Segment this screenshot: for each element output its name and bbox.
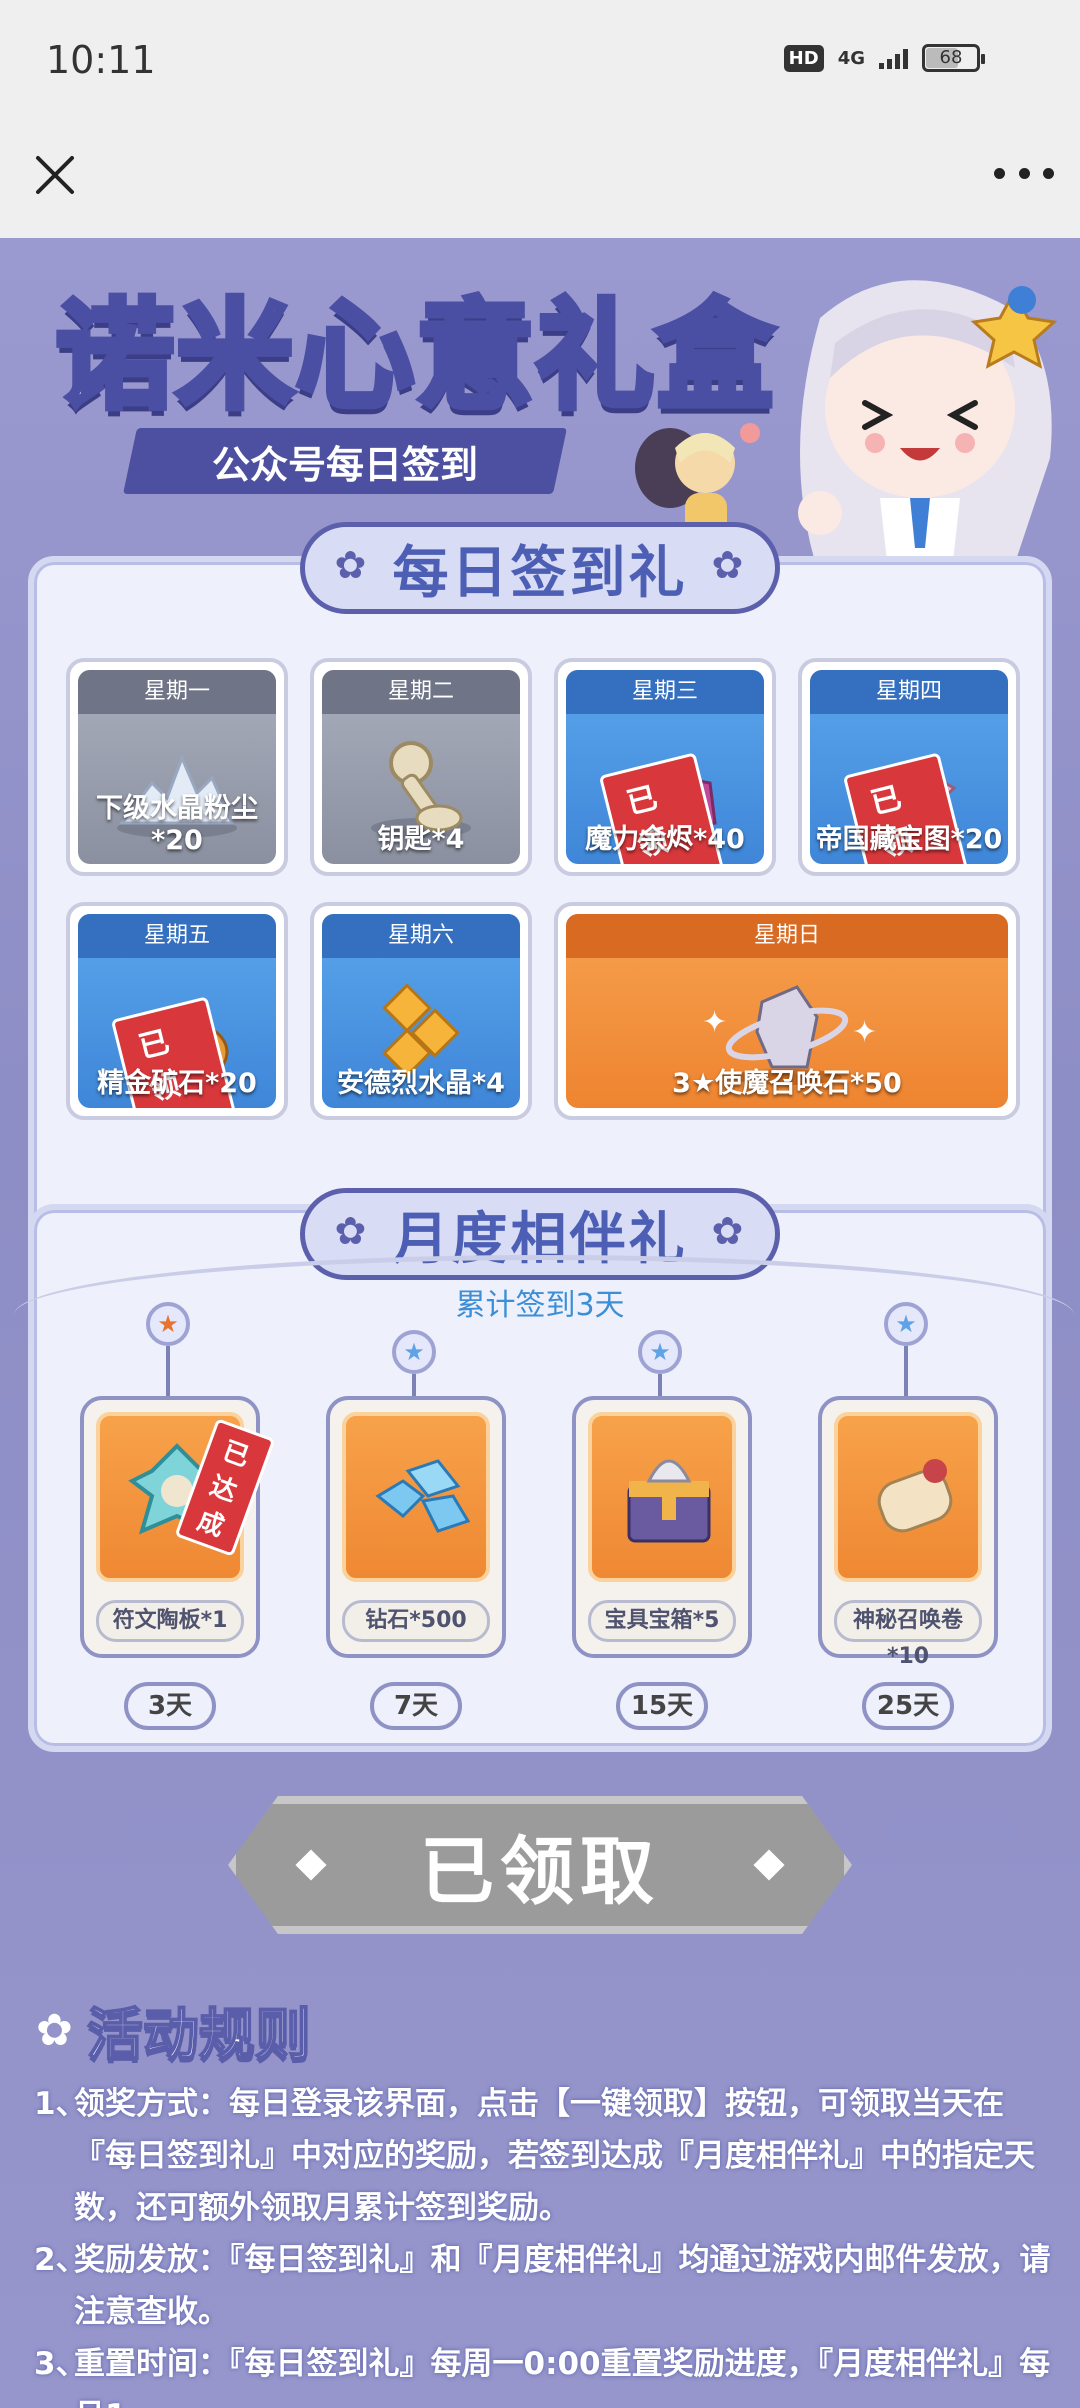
- day-card-body: 星期日 ✦ ✦ 3★使魔召唤石*50: [566, 914, 1008, 1108]
- diamond-icon: [375, 1459, 471, 1533]
- milestone-connector: [658, 1374, 662, 1398]
- days-pill: 7天: [370, 1682, 462, 1730]
- rules-heading: ✿ 活动规则: [36, 1990, 312, 2071]
- day-card-body: 星期三 已领取 魔力余烬*40: [566, 670, 764, 864]
- reward-name: 下级水晶粉尘*20: [96, 793, 258, 856]
- status-bar: 10:11 HD 4G 68: [0, 0, 1080, 125]
- rule-text: 奖励发放：『每日签到礼』和『月度相伴礼』均通过游戏内邮件发放，请注意查收。: [74, 2242, 1051, 2330]
- network-label: 4G: [837, 47, 865, 69]
- day-label: 星期三: [566, 670, 764, 714]
- summon-scroll-icon: [877, 1459, 953, 1533]
- flower-icon: [712, 1209, 746, 1253]
- flower-icon: [335, 1209, 369, 1253]
- reward-name: 钻石*500: [342, 1600, 490, 1642]
- reward-name: 钥匙*4: [377, 824, 465, 855]
- rule-text: 重置时间：『每日签到礼』每周一0:00重置奖励进度，『月度相伴礼』每月1: [74, 2346, 1051, 2408]
- rule-item: 2、 奖励发放：『每日签到礼』和『月度相伴礼』均通过游戏内邮件发放，请注意查收。: [34, 2234, 1054, 2338]
- day-card-body: 星期一 下级水晶粉尘*20: [78, 670, 276, 864]
- reward-name: 精金矿石*20: [97, 1068, 257, 1099]
- nav-bar: [0, 125, 1080, 238]
- battery-level: 68: [939, 47, 963, 68]
- day-label: 星期六: [322, 914, 520, 958]
- monthly-panel: 月度相伴礼 累计签到3天 ★ ★ ★ ★ 符文陶板*1 已达成 3天: [14, 1188, 1074, 1752]
- monthly-reward-card-3[interactable]: 符文陶板*1 已达成: [80, 1396, 276, 1658]
- day-card-sunday[interactable]: 星期日 ✦ ✦ 3★使魔召唤石*50: [554, 902, 1020, 1120]
- day-label: 星期四: [810, 670, 1008, 714]
- day-card-body: 星期四 已领取 帝国藏宝图*20: [810, 670, 1008, 864]
- title-part3: 礼盒: [533, 284, 777, 428]
- battery-icon: 68: [922, 44, 985, 72]
- reward-name: 帝国藏宝图*20: [815, 824, 1003, 855]
- rule-number: 3、: [34, 2346, 87, 2382]
- day-card-body: 星期六 安德烈水晶*4: [322, 914, 520, 1108]
- days-pill: 3天: [124, 1682, 216, 1730]
- hd-icon: HD: [783, 44, 824, 72]
- more-options-icon[interactable]: [994, 163, 1054, 183]
- reward-name: 3★使魔召唤石*50: [672, 1068, 902, 1099]
- treasure-chest-icon: [627, 1459, 711, 1543]
- reward-name: 魔力余烬*40: [585, 824, 745, 855]
- day-label: 星期日: [566, 914, 1008, 958]
- milestone-star-icon: ★: [146, 1302, 190, 1346]
- milestone-connector: [166, 1346, 170, 1398]
- day-card-tuesday[interactable]: 星期二 钥匙*4: [310, 658, 532, 876]
- day-card-thursday[interactable]: 星期四 已领取 帝国藏宝图*20: [798, 658, 1020, 876]
- rule-text: 领奖方式：每日登录该界面，点击【一键领取】按钮，可领取当天在『每日签到礼』中对应…: [74, 2086, 1035, 2226]
- claim-button[interactable]: 已领取: [228, 1796, 852, 1934]
- milestone-star-icon: ★: [884, 1302, 928, 1346]
- flower-icon: [712, 543, 746, 587]
- monthly-reward-card-7[interactable]: 钻石*500: [326, 1396, 506, 1658]
- close-icon[interactable]: [30, 150, 80, 200]
- event-page: 诺米心意礼盒 公众号每日签到 每日签到礼 星期一: [0, 238, 1080, 2408]
- rule-item: 1、 领奖方式：每日登录该界面，点击【一键领取】按钮，可领取当天在『每日签到礼』…: [34, 2078, 1054, 2234]
- day-card-wednesday[interactable]: 星期三 已领取 魔力余烬*40: [554, 658, 776, 876]
- claim-button-label: 已领取: [420, 1828, 660, 1915]
- flower-icon: ✿: [36, 2005, 73, 2056]
- monthly-reward-card-15[interactable]: 宝具宝箱*5: [572, 1396, 752, 1658]
- day-card-monday[interactable]: 星期一 下级水晶粉尘*20: [66, 658, 288, 876]
- daily-panel-title: 每日签到礼: [392, 540, 688, 606]
- reward-art-frame: [342, 1412, 490, 1582]
- day-card-body: 星期五 已领取 精金矿石*20: [78, 914, 276, 1108]
- daily-panel-header: 每日签到礼: [300, 522, 780, 614]
- signal-icon: [879, 47, 908, 69]
- rule-number: 2、: [34, 2242, 87, 2278]
- subtitle-text: 公众号每日签到: [211, 443, 478, 487]
- milestone-connector: [412, 1374, 416, 1398]
- event-title: 诺米心意礼盒: [53, 260, 777, 431]
- reward-name: 符文陶板*1: [96, 1600, 244, 1642]
- rules-title: 活动规则: [86, 2002, 312, 2069]
- days-pill: 25天: [862, 1682, 954, 1730]
- rule-item: 3、 重置时间：『每日签到礼』每周一0:00重置奖励进度，『月度相伴礼』每月1: [34, 2338, 1054, 2408]
- day-label: 星期一: [78, 670, 276, 714]
- reward-name: 安德烈水晶*4: [337, 1068, 505, 1099]
- rules-list: 1、 领奖方式：每日登录该界面，点击【一键领取】按钮，可领取当天在『每日签到礼』…: [34, 2078, 1054, 2408]
- title-part2: 心意: [293, 284, 537, 428]
- milestone-connector: [904, 1346, 908, 1398]
- day-card-saturday[interactable]: 星期六 安德烈水晶*4: [310, 902, 532, 1120]
- diamond-icon: [753, 1849, 785, 1881]
- days-pill: 15天: [616, 1682, 708, 1730]
- svg-text:✦: ✦: [702, 1005, 727, 1040]
- day-label: 星期五: [78, 914, 276, 958]
- reward-name: 神秘召唤卷*10: [834, 1600, 982, 1669]
- mascot-illustration: [798, 280, 1058, 588]
- milestone-star-icon: ★: [392, 1330, 436, 1374]
- monthly-reward-card-25[interactable]: 神秘召唤卷*10: [818, 1396, 998, 1669]
- reward-name: 宝具宝箱*5: [588, 1600, 736, 1642]
- diamond-icon: [295, 1849, 327, 1881]
- day-card-friday[interactable]: 星期五 已领取 精金矿石*20: [66, 902, 288, 1120]
- title-part1: 诺米: [53, 284, 297, 428]
- flower-icon: [335, 543, 369, 587]
- rule-number: 1、: [34, 2086, 87, 2122]
- status-icons: HD 4G 68: [783, 44, 985, 72]
- svg-text:✦: ✦: [852, 1015, 877, 1050]
- reward-art-frame: [834, 1412, 982, 1582]
- day-label: 星期二: [322, 670, 520, 714]
- reward-art-frame: [588, 1412, 736, 1582]
- status-time: 10:11: [46, 38, 156, 82]
- day-card-body: 星期二 钥匙*4: [322, 670, 520, 864]
- milestone-star-icon: ★: [638, 1330, 682, 1374]
